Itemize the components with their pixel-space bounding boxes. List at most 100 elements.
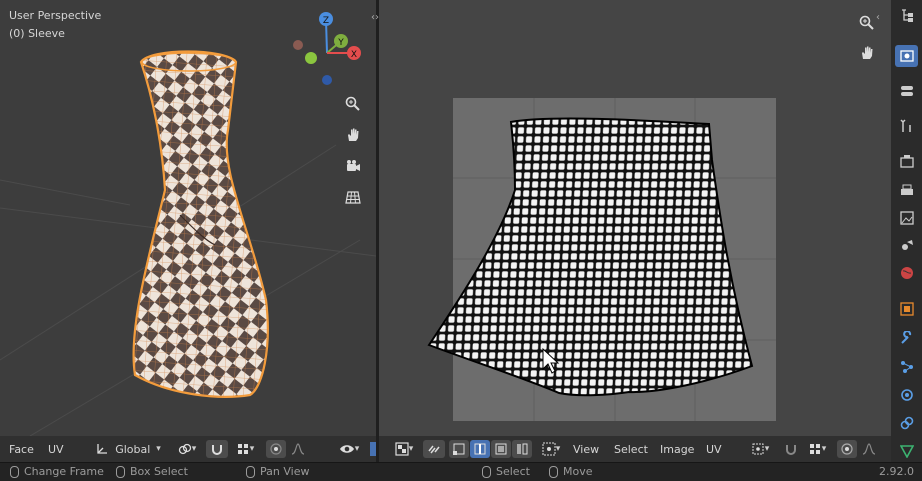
tab-physics[interactable] xyxy=(895,384,918,406)
chevron-down-icon: ▾ xyxy=(408,444,414,454)
proportional-edit-icon xyxy=(841,443,853,455)
tab-world[interactable] xyxy=(895,262,918,284)
mode-menu[interactable]: Face xyxy=(9,443,34,456)
tab-constraints[interactable] xyxy=(895,412,918,434)
zoom-icon[interactable] xyxy=(856,12,878,34)
world-icon xyxy=(900,267,913,279)
pivot-center-icon xyxy=(752,443,764,455)
tab-tool[interactable] xyxy=(895,45,918,67)
tab-view-layer[interactable] xyxy=(895,207,918,229)
hand-pan-icon[interactable] xyxy=(342,124,364,146)
hint-pan-view-label: Pan View xyxy=(260,465,310,478)
orientation-select[interactable]: Global ▾ xyxy=(88,440,168,458)
menu-view[interactable]: View xyxy=(573,443,599,456)
toggles-icon xyxy=(900,86,913,96)
version-label: 2.92.0 xyxy=(879,465,914,478)
editor-type-select[interactable]: ▾ xyxy=(389,440,419,458)
uv-proportional-edit-toggle[interactable] xyxy=(837,440,857,458)
falloff-curve-icon xyxy=(291,443,305,455)
gizmo-z-label: Z xyxy=(323,16,329,26)
status-bar: Change Frame Box Select Pan View Select … xyxy=(0,462,922,481)
snap-increment-icon xyxy=(809,444,820,454)
tab-object[interactable] xyxy=(895,298,918,320)
chevron-down-icon: ▾ xyxy=(821,444,827,454)
tab-modifiers[interactable] xyxy=(895,327,918,349)
grid-icon[interactable] xyxy=(342,186,364,208)
chevron-down-icon: ▾ xyxy=(555,444,561,454)
navigation-gizmo[interactable]: Z Y X xyxy=(290,8,364,90)
image-icon xyxy=(899,50,914,62)
snap-target-select[interactable]: ▾ xyxy=(230,440,260,458)
sleeve-mesh xyxy=(132,50,269,398)
tab-data[interactable] xyxy=(895,440,918,462)
uv-snap-target-select[interactable]: ▾ xyxy=(803,440,831,458)
uv-falloff-select[interactable] xyxy=(859,440,879,458)
viewport-3d[interactable]: User Perspective (0) Sleeve Z Y X Face U… xyxy=(0,0,376,462)
chevron-down-icon: ▾ xyxy=(249,444,255,454)
object-icon xyxy=(899,302,914,316)
sidebar-toggle-chevron-icon[interactable]: ‹ xyxy=(876,12,880,23)
view-layer-icon xyxy=(899,211,914,225)
mouse-middle-icon xyxy=(246,465,255,478)
chevron-down-icon: ▾ xyxy=(764,444,770,454)
status-hint-box-select: Box Select xyxy=(116,465,188,478)
select-mode-vertex[interactable] xyxy=(449,440,469,458)
gizmo-y-label: Y xyxy=(337,38,344,48)
uv-editor[interactable]: ‹ ▾ ▾ View Select Image UV ▾ ▾ xyxy=(379,0,891,462)
properties-tab-strip xyxy=(891,0,922,462)
uv-menu[interactable]: UV xyxy=(48,443,64,456)
menu-image[interactable]: Image xyxy=(660,443,694,456)
uv-pivot-select[interactable]: ▾ xyxy=(746,440,774,458)
uv-editor-icon xyxy=(395,442,409,456)
zoom-icon[interactable] xyxy=(342,93,364,115)
select-mode-island[interactable] xyxy=(512,440,532,458)
tab-particles[interactable] xyxy=(895,356,918,378)
hint-move-label: Move xyxy=(563,465,593,478)
mesh-data-icon xyxy=(899,445,914,458)
tab-tool-settings[interactable] xyxy=(895,115,918,137)
visibility-select[interactable]: ▾ xyxy=(332,440,366,458)
camera-icon[interactable] xyxy=(342,155,364,177)
hand-pan-icon[interactable] xyxy=(856,42,878,64)
outliner-icon[interactable] xyxy=(895,4,918,26)
hint-change-frame-label: Change Frame xyxy=(24,465,104,478)
select-mode-edge[interactable] xyxy=(470,440,490,458)
magnet-icon xyxy=(212,445,222,455)
proportional-edit-toggle[interactable] xyxy=(266,440,286,458)
snap-increment-icon xyxy=(237,444,248,454)
sync-selection-toggle[interactable] xyxy=(423,440,445,458)
render-icon xyxy=(899,155,914,168)
vertex-select-icon xyxy=(453,443,465,455)
tab-output[interactable] xyxy=(895,180,918,202)
gizmo-x-label: X xyxy=(351,50,357,60)
sticky-select-icon xyxy=(542,442,556,456)
snap-toggle[interactable] xyxy=(206,440,228,458)
sticky-selection-select[interactable]: ▾ xyxy=(537,440,565,458)
chevron-down-icon: ▾ xyxy=(191,444,197,454)
status-hint-change-frame: Change Frame xyxy=(10,465,104,478)
edge-select-icon xyxy=(474,443,486,455)
chevron-down-icon: ▾ xyxy=(156,444,161,454)
falloff-select[interactable] xyxy=(288,440,308,458)
tab-view[interactable] xyxy=(895,80,918,102)
mouse-left-icon xyxy=(482,465,491,478)
pivot-point-select[interactable]: ▾ xyxy=(172,440,202,458)
menu-select[interactable]: Select xyxy=(614,443,648,456)
tab-scene[interactable] xyxy=(895,234,918,256)
select-mode-face[interactable] xyxy=(491,440,511,458)
tab-render[interactable] xyxy=(895,150,918,172)
chevron-down-icon: ▾ xyxy=(354,444,360,454)
uv-canvas[interactable] xyxy=(379,0,891,436)
constraint-icon xyxy=(900,416,913,430)
tools-icon xyxy=(899,119,911,132)
proportional-edit-icon xyxy=(270,443,282,455)
transform-orientation-icon xyxy=(97,444,108,454)
menu-uv[interactable]: UV xyxy=(706,443,722,456)
chevrons-icon[interactable]: ‹› xyxy=(371,12,379,23)
physics-icon xyxy=(900,389,913,401)
orientation-label: Global xyxy=(115,442,151,456)
mouse-drag-icon xyxy=(116,465,125,478)
face-select-icon xyxy=(495,443,507,455)
scene-icon xyxy=(901,240,913,250)
uv-snap-toggle[interactable] xyxy=(781,440,801,458)
